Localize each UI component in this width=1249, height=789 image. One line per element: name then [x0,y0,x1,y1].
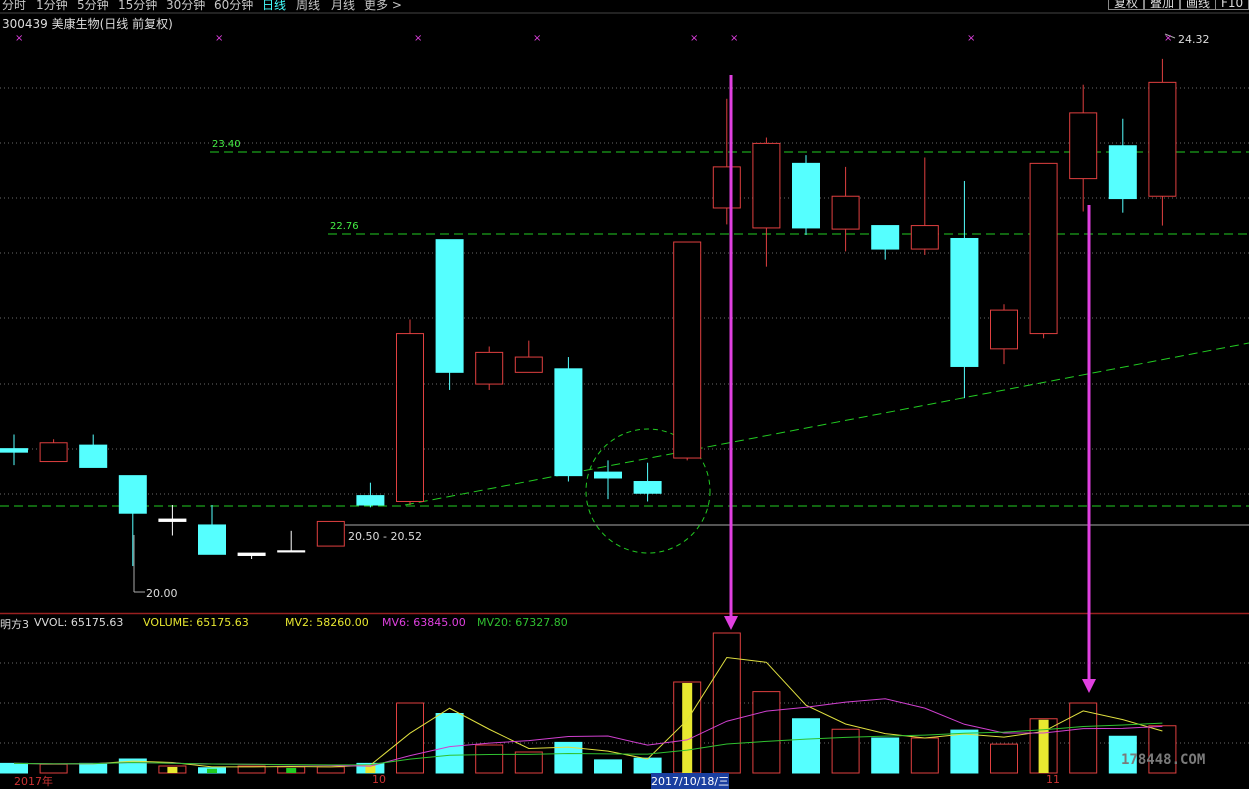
range-label: 20.50 - 20.52 [348,530,422,543]
volume-bar-15 [594,759,622,774]
candle-body-8 [316,520,345,547]
candle-body-11 [435,239,464,373]
candle-body-20 [792,162,820,229]
candle-body-3 [118,475,147,514]
x-label-date: 2017/10/18/三 [651,773,730,789]
candle-body-27 [1069,112,1098,180]
candle-body-16 [633,481,662,494]
volume-bar-19 [752,691,781,774]
volume-bar-27 [1069,702,1098,774]
volume-bar-0 [0,762,28,774]
candle-body-23 [910,225,939,250]
high-label: 24.32 [1178,33,1210,46]
event-marker-1: × [215,33,223,44]
candle-body-18 [712,166,741,209]
indicator-volume: VOLUME: 65175.63 [143,616,249,629]
annotation-arrowhead-0 [724,616,738,630]
candle-body-7 [277,550,306,553]
watermark: 178448.COM [1121,752,1206,768]
candle-body-29 [1148,81,1177,197]
event-marker-6: × [967,33,975,44]
event-marker-7: × [1164,33,1172,44]
volume-bar-1 [39,763,68,774]
candle-body-4 [158,518,187,522]
volume-bar-8 [316,766,345,774]
event-marker-2: × [414,33,422,44]
candle-body-26 [1029,162,1058,335]
candle-body-5 [198,524,226,555]
indicator-mv2: MV2: 58260.00 [285,616,369,629]
candle-body-17 [673,241,702,459]
volume-bar-25 [990,743,1018,774]
event-marker-3: × [533,33,541,44]
x-label-nov: 11 [1046,773,1060,786]
volume-bar-21 [831,728,860,774]
volume-bar-16 [633,757,662,774]
event-marker-4: × [690,33,698,44]
volume-bar-2 [79,762,108,774]
candle-body-0 [0,448,28,453]
level-label-22-76: 22.76 [330,221,359,232]
volume-highlight-5 [207,768,217,773]
indicator-mv20: MV20: 67327.80 [477,616,568,629]
candle-body-19 [752,142,781,229]
indicator-vvol: VVOL: 65175.63 [34,616,124,629]
candle-body-6 [237,552,266,556]
volume-bar-13 [514,751,543,774]
volume-bar-12 [475,744,504,774]
volume-highlight-17 [682,683,693,773]
volume-highlight-7 [286,767,297,773]
volume-highlight-26 [1038,719,1049,773]
volume-highlight-4 [167,767,178,773]
volume-bar-24 [950,729,979,774]
event-marker-5: × [730,33,738,44]
volume-bar-18 [712,632,741,774]
candle-body-1 [39,442,68,463]
volume-bar-11 [435,713,464,774]
low-label: 20.00 [146,587,178,600]
candle-body-9 [356,495,385,506]
candle-body-21 [831,195,860,230]
level-label-23-40: 23.40 [212,139,241,150]
indicator-mv6: MV6: 63845.00 [382,616,466,629]
candle-body-12 [475,351,504,385]
volume-bar-23 [910,737,939,774]
candle-body-14 [554,368,583,477]
candle-body-25 [990,309,1018,350]
candle-body-24 [950,237,979,367]
candle-body-10 [396,333,424,502]
volume-bar-22 [871,737,900,774]
volume-bar-10 [396,702,424,774]
event-marker-0: × [15,33,23,44]
candle-body-15 [594,471,622,479]
candle-body-22 [871,225,900,250]
volume-bar-20 [792,718,820,774]
annotation-arrowhead-1 [1082,679,1096,693]
x-label-year: 2017年 [14,775,53,788]
x-label-oct: 10 [372,773,386,786]
indicator-name: 明方3 [0,618,29,631]
candlestick-chart: 23.40 22.76 20.50 - 20.52 20.00 24.32 × × × × × × ×… [0,12,1249,774]
candle-body-28 [1108,145,1137,200]
candle-body-13 [514,356,543,373]
candle-body-2 [79,444,108,468]
